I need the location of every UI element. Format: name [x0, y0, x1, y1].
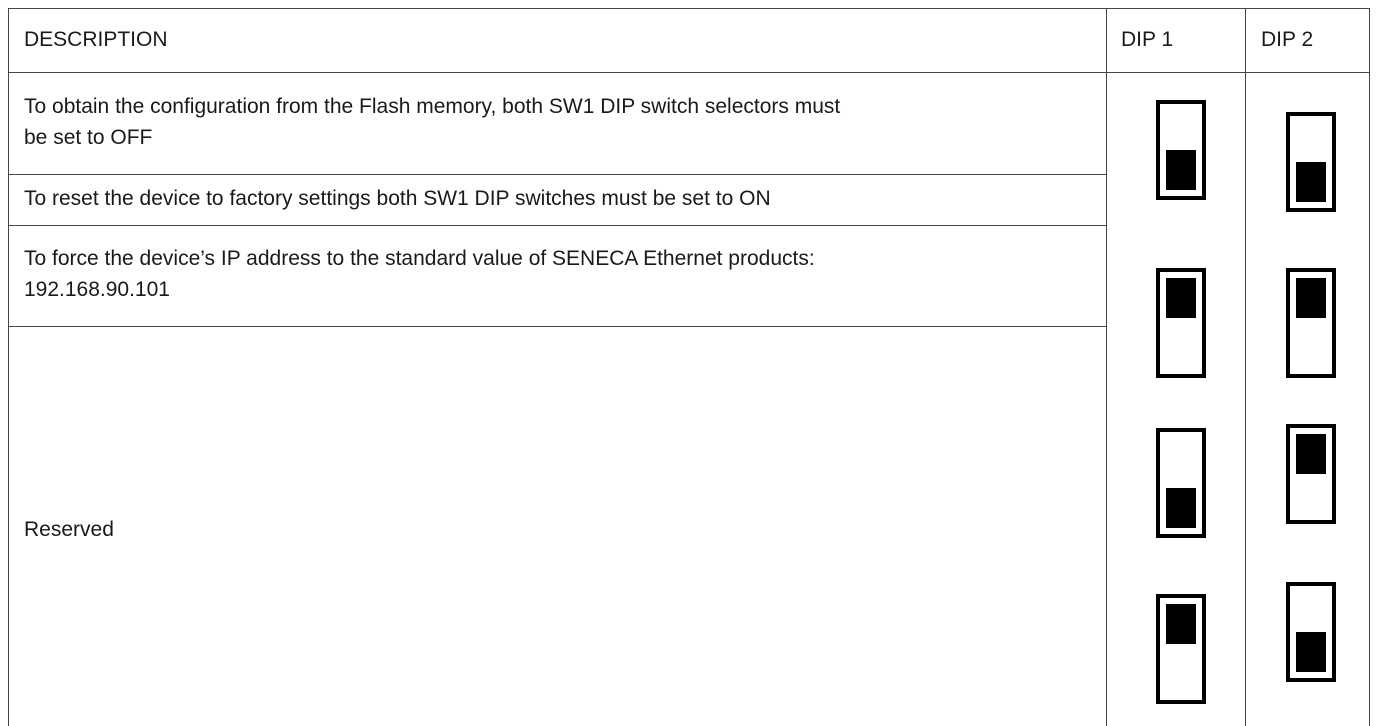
dip1-switch-off-icon [1156, 428, 1206, 538]
column-divider-1 [1106, 8, 1107, 726]
switch-knob [1166, 278, 1196, 318]
header-dip2: DIP 2 [1261, 28, 1314, 51]
switch-knob [1296, 278, 1326, 318]
switch-knob [1166, 488, 1196, 528]
row-4-description: Reserved [24, 518, 114, 541]
dip1-switch-off-icon [1156, 100, 1206, 200]
table-border-left [8, 8, 9, 726]
column-divider-2 [1245, 8, 1246, 726]
row-divider-3 [8, 326, 1106, 327]
row-divider-1 [8, 174, 1106, 175]
dip2-switch-on-icon [1286, 268, 1336, 378]
switch-knob [1296, 632, 1326, 672]
row-2-description: To reset the device to factory settings … [24, 187, 771, 210]
row-3-description-line-1: To force the device’s IP address to the … [24, 247, 815, 270]
table-border-top [8, 8, 1369, 9]
header-divider [8, 72, 1369, 73]
row-3-description-line-2: 192.168.90.101 [24, 278, 170, 301]
switch-knob [1166, 604, 1196, 644]
row-1-description-line-1: To obtain the configuration from the Fla… [24, 95, 841, 118]
dip1-switch-on-icon [1156, 594, 1206, 704]
table-border-right [1369, 8, 1370, 726]
dip2-switch-on-icon [1286, 424, 1336, 524]
dip2-switch-off-icon [1286, 582, 1336, 682]
switch-knob [1296, 434, 1326, 474]
dip1-switch-on-icon [1156, 268, 1206, 378]
dip2-switch-off-icon [1286, 112, 1336, 212]
dip-switch-table: DESCRIPTION DIP 1 DIP 2 To obtain the co… [0, 0, 1377, 726]
switch-knob [1296, 162, 1326, 202]
row-1-description-line-2: be set to OFF [24, 126, 153, 149]
switch-knob [1166, 150, 1196, 190]
header-description: DESCRIPTION [24, 28, 168, 51]
header-dip1: DIP 1 [1121, 28, 1174, 51]
row-divider-2 [8, 225, 1106, 226]
